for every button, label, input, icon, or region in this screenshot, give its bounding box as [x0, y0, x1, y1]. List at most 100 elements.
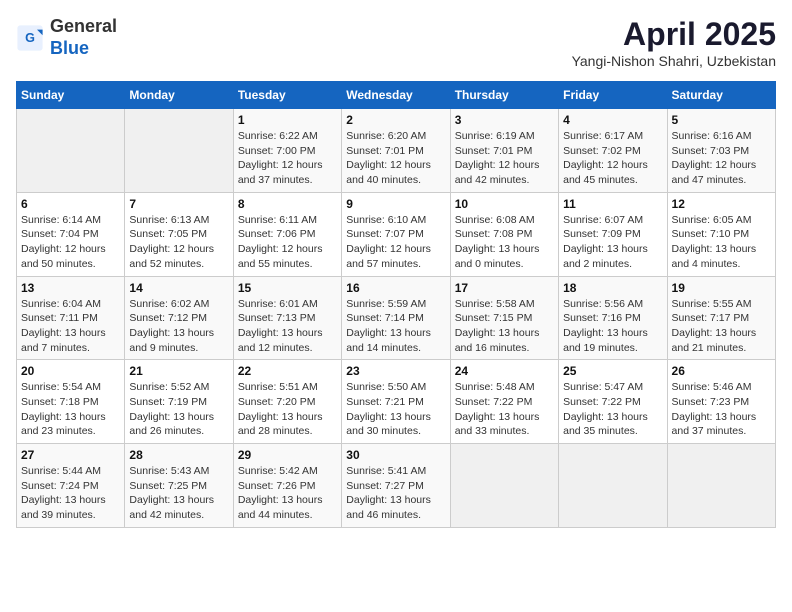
- calendar-cell: 13Sunrise: 6:04 AMSunset: 7:11 PMDayligh…: [17, 276, 125, 360]
- day-info: Sunrise: 6:01 AM: [238, 297, 337, 312]
- calendar-table: SundayMondayTuesdayWednesdayThursdayFrid…: [16, 81, 776, 528]
- day-info: Daylight: 13 hours and 44 minutes.: [238, 493, 337, 522]
- logo-general-text: General: [50, 16, 117, 36]
- svg-text:G: G: [25, 31, 35, 45]
- day-number: 9: [346, 197, 445, 211]
- day-info: Sunrise: 5:56 AM: [563, 297, 662, 312]
- calendar-cell: 29Sunrise: 5:42 AMSunset: 7:26 PMDayligh…: [233, 444, 341, 528]
- day-number: 10: [455, 197, 554, 211]
- day-info: Daylight: 13 hours and 33 minutes.: [455, 410, 554, 439]
- day-info: Daylight: 13 hours and 30 minutes.: [346, 410, 445, 439]
- day-number: 7: [129, 197, 228, 211]
- day-info: Sunrise: 6:05 AM: [672, 213, 771, 228]
- day-number: 1: [238, 113, 337, 127]
- day-info: Sunrise: 6:20 AM: [346, 129, 445, 144]
- day-info: Sunset: 7:03 PM: [672, 144, 771, 159]
- day-info: Daylight: 13 hours and 7 minutes.: [21, 326, 120, 355]
- day-info: Sunrise: 5:46 AM: [672, 380, 771, 395]
- day-info: Daylight: 12 hours and 42 minutes.: [455, 158, 554, 187]
- day-info: Daylight: 13 hours and 0 minutes.: [455, 242, 554, 271]
- day-info: Sunrise: 5:47 AM: [563, 380, 662, 395]
- calendar-cell: 21Sunrise: 5:52 AMSunset: 7:19 PMDayligh…: [125, 360, 233, 444]
- day-info: Sunset: 7:16 PM: [563, 311, 662, 326]
- day-info: Daylight: 12 hours and 45 minutes.: [563, 158, 662, 187]
- day-info: Sunset: 7:04 PM: [21, 227, 120, 242]
- day-info: Sunset: 7:01 PM: [346, 144, 445, 159]
- day-info: Sunset: 7:25 PM: [129, 479, 228, 494]
- calendar-cell: 11Sunrise: 6:07 AMSunset: 7:09 PMDayligh…: [559, 192, 667, 276]
- day-info: Sunrise: 6:11 AM: [238, 213, 337, 228]
- day-number: 13: [21, 281, 120, 295]
- day-info: Sunset: 7:24 PM: [21, 479, 120, 494]
- day-info: Daylight: 13 hours and 14 minutes.: [346, 326, 445, 355]
- calendar-cell: [17, 109, 125, 193]
- calendar-cell: 22Sunrise: 5:51 AMSunset: 7:20 PMDayligh…: [233, 360, 341, 444]
- day-info: Daylight: 12 hours and 50 minutes.: [21, 242, 120, 271]
- calendar-cell: 7Sunrise: 6:13 AMSunset: 7:05 PMDaylight…: [125, 192, 233, 276]
- day-info: Sunrise: 6:10 AM: [346, 213, 445, 228]
- calendar-cell: 28Sunrise: 5:43 AMSunset: 7:25 PMDayligh…: [125, 444, 233, 528]
- day-info: Daylight: 13 hours and 16 minutes.: [455, 326, 554, 355]
- day-number: 30: [346, 448, 445, 462]
- day-info: Sunset: 7:19 PM: [129, 395, 228, 410]
- day-info: Sunrise: 5:58 AM: [455, 297, 554, 312]
- day-info: Daylight: 13 hours and 4 minutes.: [672, 242, 771, 271]
- calendar-cell: 5Sunrise: 6:16 AMSunset: 7:03 PMDaylight…: [667, 109, 775, 193]
- day-info: Daylight: 12 hours and 40 minutes.: [346, 158, 445, 187]
- calendar-cell: 17Sunrise: 5:58 AMSunset: 7:15 PMDayligh…: [450, 276, 558, 360]
- day-info: Daylight: 13 hours and 2 minutes.: [563, 242, 662, 271]
- weekday-header: Saturday: [667, 82, 775, 109]
- title-block: April 2025 Yangi-Nishon Shahri, Uzbekist…: [572, 16, 776, 69]
- day-info: Daylight: 12 hours and 52 minutes.: [129, 242, 228, 271]
- day-info: Sunrise: 5:51 AM: [238, 380, 337, 395]
- day-info: Sunset: 7:18 PM: [21, 395, 120, 410]
- day-number: 20: [21, 364, 120, 378]
- calendar-week-row: 27Sunrise: 5:44 AMSunset: 7:24 PMDayligh…: [17, 444, 776, 528]
- day-number: 25: [563, 364, 662, 378]
- day-info: Sunrise: 6:19 AM: [455, 129, 554, 144]
- day-info: Sunrise: 5:54 AM: [21, 380, 120, 395]
- day-info: Sunrise: 6:04 AM: [21, 297, 120, 312]
- calendar-cell: 9Sunrise: 6:10 AMSunset: 7:07 PMDaylight…: [342, 192, 450, 276]
- calendar-cell: 8 Sunrise: 6:11 AMSunset: 7:06 PMDaylight…: [233, 192, 341, 276]
- day-info: Sunrise: 6:14 AM: [21, 213, 120, 228]
- day-info: Sunrise: 5:55 AM: [672, 297, 771, 312]
- day-info: Daylight: 13 hours and 35 minutes.: [563, 410, 662, 439]
- logo: G General Blue: [16, 16, 117, 59]
- calendar-cell: 14Sunrise: 6:02 AMSunset: 7:12 PMDayligh…: [125, 276, 233, 360]
- day-info: Daylight: 13 hours and 26 minutes.: [129, 410, 228, 439]
- day-info: Daylight: 12 hours and 57 minutes.: [346, 242, 445, 271]
- day-number: 8: [238, 197, 337, 211]
- day-number: 6: [21, 197, 120, 211]
- day-number: 3: [455, 113, 554, 127]
- calendar-cell: 12Sunrise: 6:05 AMSunset: 7:10 PMDayligh…: [667, 192, 775, 276]
- day-info: Sunset: 7:01 PM: [455, 144, 554, 159]
- weekday-header: Sunday: [17, 82, 125, 109]
- day-info: Sunrise: 6:08 AM: [455, 213, 554, 228]
- day-info: Daylight: 12 hours and 55 minutes.: [238, 242, 337, 271]
- day-info: Sunrise: 5:44 AM: [21, 464, 120, 479]
- weekday-header: Monday: [125, 82, 233, 109]
- weekday-header: Friday: [559, 82, 667, 109]
- day-info: Sunset: 7:06 PM: [238, 227, 337, 242]
- day-info: Sunset: 7:13 PM: [238, 311, 337, 326]
- day-info: Daylight: 13 hours and 9 minutes.: [129, 326, 228, 355]
- day-number: 11: [563, 197, 662, 211]
- calendar-cell: 23Sunrise: 5:50 AMSunset: 7:21 PMDayligh…: [342, 360, 450, 444]
- day-number: 23: [346, 364, 445, 378]
- calendar-cell: [559, 444, 667, 528]
- day-info: Daylight: 13 hours and 12 minutes.: [238, 326, 337, 355]
- calendar-cell: [450, 444, 558, 528]
- day-info: Sunset: 7:27 PM: [346, 479, 445, 494]
- day-info: Sunset: 7:08 PM: [455, 227, 554, 242]
- day-info: Sunset: 7:10 PM: [672, 227, 771, 242]
- calendar-cell: 3 Sunrise: 6:19 AMSunset: 7:01 PMDaylight…: [450, 109, 558, 193]
- calendar-cell: [125, 109, 233, 193]
- day-info: Sunset: 7:05 PM: [129, 227, 228, 242]
- logo-blue-text: Blue: [50, 38, 89, 58]
- day-info: Daylight: 13 hours and 19 minutes.: [563, 326, 662, 355]
- day-info: Sunrise: 6:16 AM: [672, 129, 771, 144]
- calendar-cell: 30Sunrise: 5:41 AMSunset: 7:27 PMDayligh…: [342, 444, 450, 528]
- day-number: 21: [129, 364, 228, 378]
- day-info: Sunset: 7:17 PM: [672, 311, 771, 326]
